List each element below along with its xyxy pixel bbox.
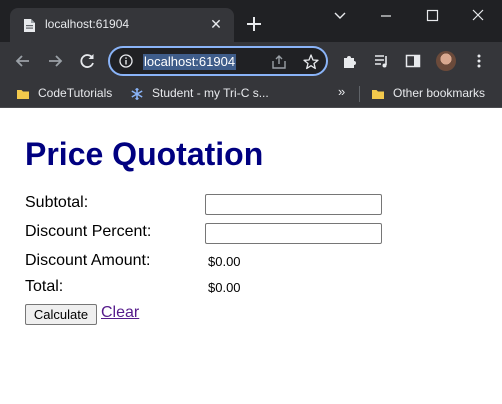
discount-percent-label: Discount Percent: (25, 223, 152, 240)
arrow-left-icon[interactable] (13, 51, 33, 71)
snowflake-icon (131, 88, 143, 100)
address-bar[interactable]: localhost:61904 (108, 46, 328, 76)
plus-icon[interactable] (244, 14, 264, 34)
bookmark-other[interactable]: Other bookmarks (371, 85, 496, 103)
extensions-icon[interactable] (341, 52, 359, 70)
total-label: Total: (25, 278, 64, 295)
chevron-down-icon[interactable] (327, 6, 353, 26)
total-value: $0.00 (208, 280, 241, 295)
info-icon[interactable] (119, 54, 133, 68)
address-text[interactable]: localhost:61904 (143, 54, 237, 70)
tab-title: localhost:61904 (45, 17, 130, 31)
side-panel-icon[interactable] (404, 52, 422, 70)
arrow-right-icon[interactable] (45, 51, 65, 71)
clear-link[interactable]: Clear (101, 304, 139, 322)
bookmarks-bar: CodeTutorials Student - my Tri-C s... » … (0, 80, 502, 108)
browser-tab[interactable]: localhost:61904 ✕ (10, 8, 234, 42)
page-content: Price Quotation Subtotal: Discount Perce… (0, 108, 502, 404)
bookmarks-overflow-button[interactable]: » (338, 84, 345, 99)
tab-close-icon[interactable]: ✕ (208, 16, 224, 32)
bookmarks-divider (359, 86, 360, 102)
minimize-icon[interactable] (373, 6, 399, 26)
menu-icon[interactable] (470, 52, 488, 70)
bookmark-codetutorials[interactable]: CodeTutorials (16, 85, 116, 103)
calculate-button[interactable]: Calculate (25, 304, 97, 325)
browser-toolbar: localhost:61904 (0, 42, 502, 80)
folder-icon (372, 90, 384, 99)
page-title: Price Quotation (25, 136, 264, 172)
avatar[interactable] (436, 51, 456, 71)
share-icon[interactable] (270, 53, 288, 71)
bookmark-label: Student - my Tri-C s... (152, 86, 269, 100)
discount-amount-label: Discount Amount: (25, 252, 151, 269)
discount-amount-value: $0.00 (208, 254, 241, 269)
close-icon[interactable] (465, 6, 491, 26)
media-icon[interactable] (373, 52, 391, 70)
star-icon[interactable] (302, 53, 320, 71)
reload-icon[interactable] (77, 51, 97, 71)
bookmark-label: CodeTutorials (38, 86, 113, 100)
folder-icon (17, 90, 29, 99)
bookmark-student[interactable]: Student - my Tri-C s... (130, 85, 280, 103)
subtotal-label: Subtotal: (25, 194, 89, 211)
maximize-icon[interactable] (419, 6, 445, 26)
subtotal-input[interactable] (205, 194, 382, 215)
page-icon (24, 19, 35, 32)
tab-strip: localhost:61904 ✕ (0, 0, 502, 42)
bookmark-label: Other bookmarks (393, 86, 486, 100)
discount-percent-input[interactable] (205, 223, 382, 244)
